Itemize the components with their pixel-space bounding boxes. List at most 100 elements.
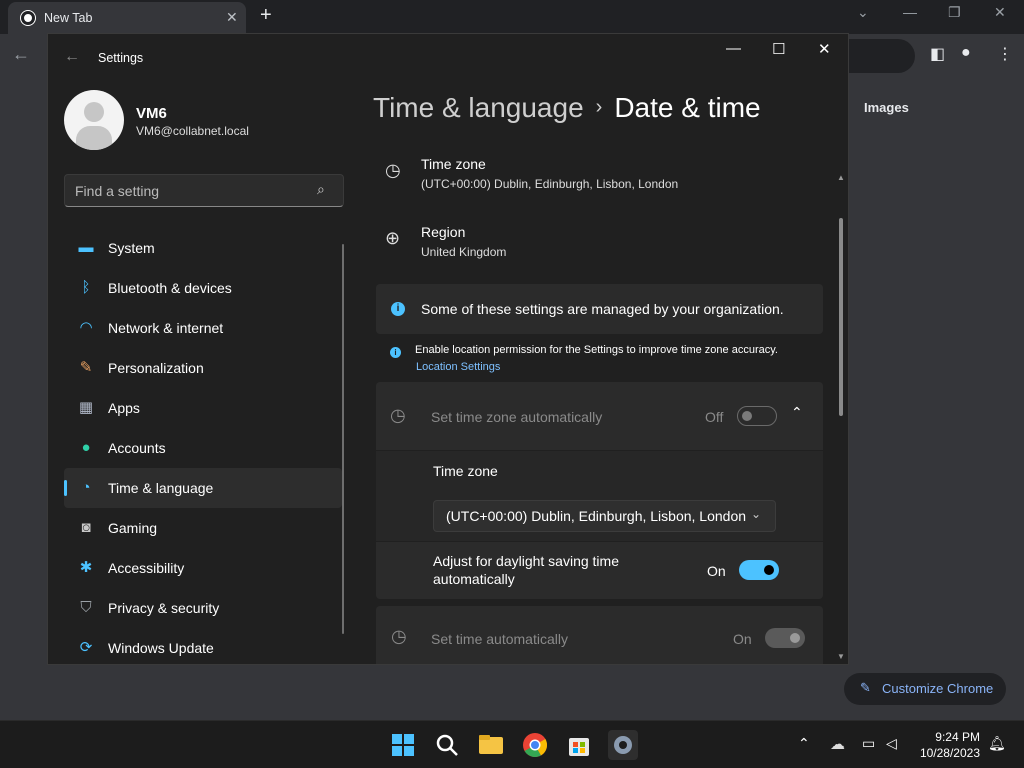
clock-date: 10/28/2023 <box>919 746 980 760</box>
auto-time-label: Set time automatically <box>431 631 568 647</box>
nav-item-time-language[interactable]: ◔ Time & language <box>64 468 342 508</box>
auto-time-row[interactable]: ◷ Set time automatically On <box>376 606 823 664</box>
breadcrumb: Time & language › Date & time <box>373 92 761 124</box>
chrome-icon[interactable] <box>520 730 550 760</box>
taskbar: ⌃ ☁ ▭ ◁ 9:24 PM 10/28/2023 🔔︎ <box>0 720 1024 768</box>
collapse-chevron-icon[interactable]: ⌃ <box>791 404 803 421</box>
omnibox[interactable] <box>840 39 915 73</box>
chrome-restore-icon[interactable]: ❐ <box>948 4 961 21</box>
pencil-icon: ✎ <box>860 680 871 695</box>
breadcrumb-separator: › <box>595 96 603 118</box>
auto-timezone-label: Set time zone automatically <box>431 409 603 425</box>
content-scrollbar[interactable]: ▲ ▼ <box>837 173 845 698</box>
tab-close-icon[interactable]: ✕ <box>226 9 238 26</box>
nav-label: System <box>108 240 155 256</box>
apps-icon: ▦ <box>78 399 94 416</box>
customize-chrome-label: Customize Chrome <box>882 681 994 696</box>
tz-selected-value: (UTC+00:00) Dublin, Edinburgh, Lisbon, L… <box>446 508 747 524</box>
region-label: Region <box>421 224 466 240</box>
managed-notice-text: Some of these settings are managed by yo… <box>421 301 784 317</box>
time-zone-dropdown[interactable]: (UTC+00:00) Dublin, Edinburgh, Lisbon, L… <box>433 500 776 532</box>
person-icon: ● <box>81 439 91 456</box>
onedrive-icon[interactable]: ☁ <box>830 735 845 753</box>
gamepad-icon: ◙ <box>81 519 91 536</box>
new-tab-button[interactable]: + <box>260 4 272 27</box>
nav-item-network[interactable]: ◠ Network & internet <box>64 308 342 348</box>
browser-back-icon[interactable]: ← <box>12 44 30 65</box>
settings-gear-icon[interactable] <box>608 730 638 760</box>
side-panel-icon[interactable]: ◧ <box>930 44 945 64</box>
scrollbar-thumb[interactable] <box>839 218 843 416</box>
settings-back-icon[interactable]: ← <box>64 48 80 66</box>
nav-item-system[interactable]: ▬ System <box>64 228 342 268</box>
customize-chrome-button[interactable]: ✎ Customize Chrome <box>844 673 1006 705</box>
dst-label-line1: Adjust for daylight saving time <box>433 553 619 569</box>
nav-label: Gaming <box>108 520 158 536</box>
date-time-content: ◷ Time zone (UTC+00:00) Dublin, Edinburg… <box>373 134 828 664</box>
nav-label: Windows Update <box>108 640 214 656</box>
windows-start-icon[interactable] <box>388 730 418 760</box>
nav-scrollbar[interactable] <box>342 244 344 634</box>
profile-icon[interactable]: ● <box>961 44 971 62</box>
search-icon[interactable]: ⌕ <box>317 181 325 198</box>
nav-item-personalization[interactable]: ✎ Personalization <box>64 348 342 388</box>
browser-tab[interactable]: New Tab ✕ <box>8 2 246 34</box>
nav-item-apps[interactable]: ▦ Apps <box>64 388 342 428</box>
clock-time: 9:24 PM <box>935 730 980 744</box>
location-settings-link[interactable]: Location Settings <box>416 361 500 373</box>
nav-label: Network & internet <box>108 320 224 336</box>
info-icon: i <box>391 302 405 316</box>
location-notice: Enable location permission for the Setti… <box>415 344 778 356</box>
scroll-down-icon[interactable]: ▼ <box>837 652 845 661</box>
dst-toggle[interactable] <box>739 560 779 580</box>
file-explorer-icon[interactable] <box>476 730 506 760</box>
nav-item-accounts[interactable]: ● Accounts <box>64 428 342 468</box>
nav-item-windows-update[interactable]: ⟳ Windows Update <box>64 628 342 668</box>
accessibility-icon: ✱ <box>79 559 93 576</box>
search-input[interactable] <box>75 182 315 200</box>
notification-bell-icon[interactable]: 🔔︎ <box>988 735 1006 752</box>
nav-item-bluetooth[interactable]: ᛒ Bluetooth & devices <box>64 268 342 308</box>
region-value: United Kingdom <box>421 245 507 259</box>
tz-dropdown-label: Time zone <box>433 463 498 479</box>
settings-search[interactable]: ⌕ <box>64 174 344 207</box>
time-zone-auto-icon: ◷ <box>390 405 406 425</box>
auto-timezone-toggle[interactable] <box>737 406 777 426</box>
settings-window-title: Settings <box>98 51 144 65</box>
breadcrumb-parent[interactable]: Time & language <box>373 92 584 123</box>
auto-time-toggle[interactable] <box>765 628 805 648</box>
dst-state: On <box>707 563 726 579</box>
store-icon[interactable] <box>564 730 594 760</box>
update-icon: ⟳ <box>79 639 93 656</box>
chrome-minimize-icon[interactable]: — <box>903 4 917 20</box>
images-link[interactable]: Images <box>864 100 909 115</box>
clock-icon: ◷ <box>391 626 407 646</box>
daylight-saving-row[interactable]: Adjust for daylight saving time automati… <box>376 542 823 599</box>
nav-label: Accounts <box>108 440 166 456</box>
scroll-up-icon[interactable]: ▲ <box>837 173 845 182</box>
search-icon[interactable] <box>432 730 462 760</box>
nav-label: Time & language <box>108 480 214 496</box>
nav-item-accessibility[interactable]: ✱ Accessibility <box>64 548 342 588</box>
chrome-menu-icon[interactable]: ⋮ <box>997 44 1013 64</box>
chrome-tab-bar: New Tab ✕ + ⌄ — ❐ ✕ <box>0 0 1024 34</box>
taskbar-clock[interactable]: 9:24 PM 10/28/2023 <box>920 729 980 761</box>
dst-label-line2: automatically <box>433 571 515 587</box>
globe-clock-icon: ◔ <box>81 479 91 496</box>
tab-search-chevron-icon[interactable]: ⌄ <box>857 4 869 21</box>
volume-muted-icon[interactable]: ◁ <box>886 735 897 752</box>
avatar[interactable] <box>64 90 124 150</box>
settings-minimize-icon[interactable]: — <box>726 40 741 57</box>
avatar-head <box>84 102 104 122</box>
tray-chevron-icon[interactable]: ⌃ <box>798 735 810 752</box>
chrome-close-icon[interactable]: ✕ <box>994 4 1006 21</box>
settings-close-icon[interactable]: ✕ <box>818 40 831 58</box>
auto-timezone-row[interactable]: ◷ Set time zone automatically Off ⌃ <box>376 382 823 450</box>
nav-item-privacy[interactable]: ⛉ Privacy & security <box>64 588 342 628</box>
network-icon[interactable]: ▭ <box>862 735 875 752</box>
nav-item-gaming[interactable]: ◙ Gaming <box>64 508 342 548</box>
settings-maximize-icon[interactable]: ☐ <box>772 40 785 58</box>
user-email: VM6@collabnet.local <box>136 124 249 138</box>
time-zone-value: (UTC+00:00) Dublin, Edinburgh, Lisbon, L… <box>421 177 679 191</box>
globe-icon: ⊕ <box>385 228 401 248</box>
